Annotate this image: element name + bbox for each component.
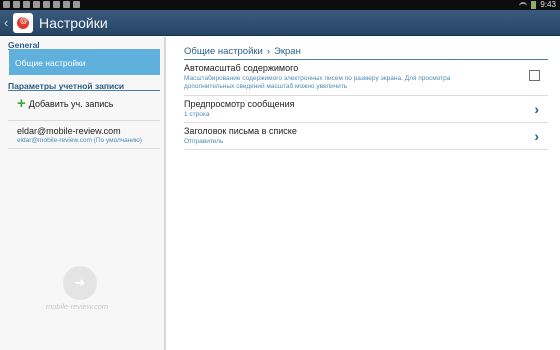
battery-icon <box>531 1 537 9</box>
account-item-subtitle: eldar@mobile-review.com (По умолчанию) <box>17 137 142 144</box>
setting-auto-fit-content[interactable]: Автомасштаб содержимого Масштабирование … <box>184 63 548 93</box>
notification-icons <box>3 1 80 8</box>
setting-title: Предпросмотр сообщения <box>184 99 295 109</box>
row-divider <box>184 95 548 96</box>
settings-sidebar: General Общие настройки Параметры учетно… <box>0 37 166 350</box>
wifi-icon <box>519 2 528 8</box>
chevron-right-icon: › <box>534 128 539 144</box>
setting-title: Автомасштаб содержимого <box>184 63 299 73</box>
action-bar: ‹ @ Настройки <box>0 10 560 36</box>
check-icon <box>73 1 80 8</box>
setting-subtitle: 1 строка <box>184 111 210 118</box>
clock: 9:43 <box>540 0 556 9</box>
setting-title: Заголовок письма в списке <box>184 126 297 136</box>
mail-icon <box>53 1 60 8</box>
list-divider <box>8 148 160 149</box>
email-app-icon[interactable]: @ <box>13 13 33 33</box>
back-icon[interactable]: ‹ <box>4 16 8 30</box>
status-bar: 9:43 <box>0 0 560 10</box>
breadcrumb-divider <box>184 59 548 60</box>
add-account-button[interactable]: + Добавить уч. запись <box>17 95 114 112</box>
row-divider <box>184 149 548 150</box>
setting-message-preview[interactable]: Предпросмотр сообщения 1 строка › <box>184 99 548 121</box>
chevron-right-icon: › <box>534 101 539 117</box>
account-item-email[interactable]: eldar@mobile-review.com <box>17 126 121 136</box>
usb-icon <box>23 1 30 8</box>
app-icon-glyph: @ <box>20 16 28 25</box>
breadcrumb-current: Экран <box>274 46 301 57</box>
cloud-icon <box>43 1 50 8</box>
breadcrumb: Общие настройки › Экран <box>184 46 301 57</box>
section-divider <box>8 90 160 91</box>
image-icon <box>3 1 10 8</box>
download-icon <box>33 1 40 8</box>
list-divider <box>8 120 160 121</box>
gallery-icon <box>63 1 70 8</box>
watermark-text: mobile-review.com <box>46 302 109 311</box>
add-account-label: Добавить уч. запись <box>28 99 114 109</box>
breadcrumb-parent[interactable]: Общие настройки <box>184 46 263 57</box>
setting-list-header[interactable]: Заголовок письма в списке Отправитель › <box>184 126 548 148</box>
plus-icon: + <box>17 95 26 112</box>
watermark-arrow-icon: ➜ <box>74 275 86 290</box>
settings-detail-pane: Общие настройки › Экран Автомасштаб соде… <box>168 37 560 350</box>
sidebar-item-general-settings[interactable]: Общие настройки <box>9 49 160 75</box>
setting-subtitle: Масштабирование содержимого электронных … <box>184 75 451 90</box>
row-divider <box>184 122 548 123</box>
setting-subtitle: Отправитель <box>184 138 224 145</box>
watermark: ➜ mobile-review.com <box>40 266 120 316</box>
breadcrumb-separator: › <box>266 46 271 57</box>
auto-fit-checkbox[interactable] <box>529 70 540 81</box>
page-title: Настройки <box>39 15 108 31</box>
image-icon <box>13 1 20 8</box>
